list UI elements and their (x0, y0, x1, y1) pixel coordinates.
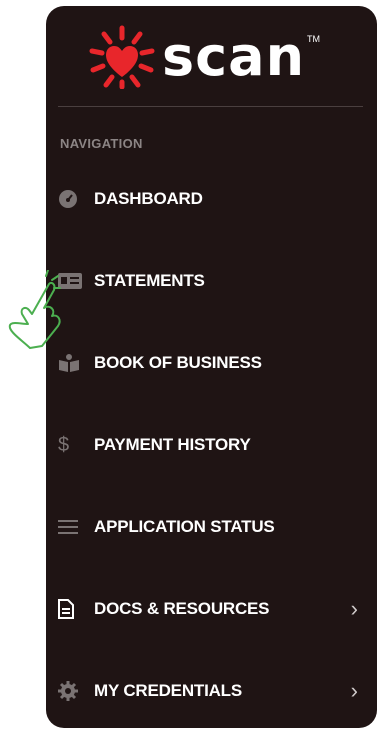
divider (58, 106, 363, 107)
sidebar-item-label: APPLICATION STATUS (94, 517, 275, 536)
trademark-mark: TM (307, 34, 321, 44)
hand-pointer-icon (8, 270, 61, 349)
sidebar-item-application-status[interactable]: APPLICATION STATUS (58, 507, 358, 547)
gear-icon (58, 681, 84, 701)
sidebar-item-book-of-business[interactable]: BOOK OF BUSINESS (58, 343, 358, 383)
sidebar-item-my-credentials[interactable]: MY CREDENTIALS › (58, 671, 358, 711)
chevron-right-icon[interactable]: › (351, 678, 358, 704)
gauge-icon (58, 189, 84, 209)
chevron-right-icon[interactable]: › (351, 596, 358, 622)
heart-burst-icon (89, 25, 155, 89)
sidebar-item-dashboard[interactable]: DASHBOARD (58, 179, 358, 219)
sidebar-item-label: BOOK OF BUSINESS (94, 353, 262, 372)
sidebar-item-docs-resources[interactable]: DOCS & RESOURCES › (58, 589, 358, 629)
sidebar-item-label: DASHBOARD (94, 189, 203, 208)
document-icon (58, 599, 84, 619)
sidebar-item-statements[interactable]: STATEMENTS (58, 261, 358, 301)
dollar-icon: $ (58, 433, 70, 456)
sidebar: scan TM NAVIGATION DASHBOARD STATEMENTS … (46, 6, 377, 728)
sidebar-item-label: PAYMENT HISTORY (94, 435, 251, 454)
sidebar-item-payment-history[interactable]: $ PAYMENT HISTORY (58, 425, 358, 465)
lines-icon (58, 517, 84, 537)
scan-logo[interactable]: scan TM (88, 22, 320, 92)
sidebar-item-label: MY CREDENTIALS (94, 681, 243, 700)
sidebar-item-label: DOCS & RESOURCES (94, 599, 270, 618)
sidebar-item-label: STATEMENTS (94, 271, 205, 290)
brand-wordmark: scan (162, 25, 306, 88)
navigation-heading: NAVIGATION (60, 136, 143, 151)
